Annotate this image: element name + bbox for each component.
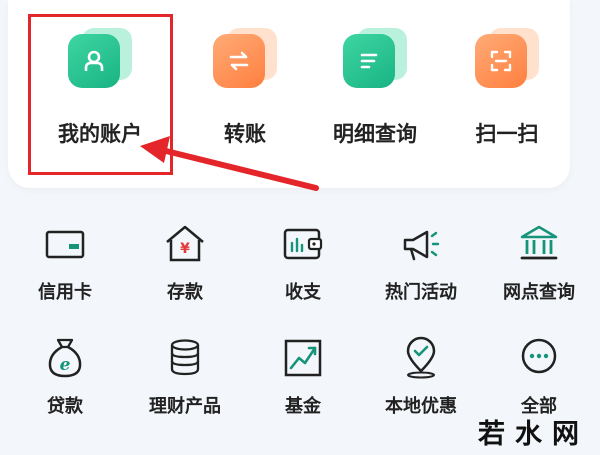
transfer-icon (213, 28, 277, 92)
wealth-products-label: 理财产品 (149, 396, 221, 417)
deposit-label: 存款 (167, 282, 203, 303)
local-offers-label: 本地优惠 (385, 396, 457, 417)
branch-query-button[interactable]: 网点查询 (484, 222, 594, 307)
highlight-box (28, 14, 173, 175)
credit-card-label: 信用卡 (38, 282, 92, 303)
svg-text:¥: ¥ (180, 241, 190, 257)
scan-label: 扫一扫 (475, 122, 539, 146)
deposit-icon: ¥ (163, 222, 207, 266)
credit-card-button[interactable]: 信用卡 (10, 222, 120, 307)
scan-button[interactable]: 扫一扫 (447, 28, 567, 148)
fund-button[interactable]: 基金 (248, 336, 358, 421)
loan-button[interactable]: e 贷款 (10, 336, 120, 421)
bank-branch-icon (517, 222, 561, 266)
svg-text:e: e (60, 355, 71, 375)
credit-card-icon (43, 222, 87, 266)
hot-activities-button[interactable]: 热门活动 (366, 222, 476, 307)
statement-query-label: 明细查询 (333, 122, 417, 146)
transfer-button[interactable]: 转账 (185, 28, 305, 148)
fund-label: 基金 (285, 396, 321, 417)
deposit-button[interactable]: ¥ 存款 (130, 222, 240, 307)
all-services-button[interactable]: 全部 (484, 336, 594, 421)
income-expense-label: 收支 (285, 282, 321, 303)
location-icon (399, 336, 443, 380)
fund-chart-icon (281, 336, 325, 380)
wallet-icon (281, 222, 325, 266)
watermark: 若水网 (478, 419, 589, 450)
more-icon (517, 336, 561, 380)
list-icon (343, 28, 407, 92)
scan-icon (475, 28, 539, 92)
income-expense-button[interactable]: 收支 (248, 222, 358, 307)
megaphone-icon (399, 222, 443, 266)
hot-activities-label: 热门活动 (385, 282, 457, 303)
coins-icon (163, 336, 207, 380)
branch-query-label: 网点查询 (503, 282, 575, 303)
statement-query-button[interactable]: 明细查询 (315, 28, 435, 148)
loan-bag-icon: e (43, 336, 87, 380)
loan-label: 贷款 (47, 396, 83, 417)
transfer-label: 转账 (224, 122, 266, 146)
local-offers-button[interactable]: 本地优惠 (366, 336, 476, 421)
wealth-products-button[interactable]: 理财产品 (130, 336, 240, 421)
